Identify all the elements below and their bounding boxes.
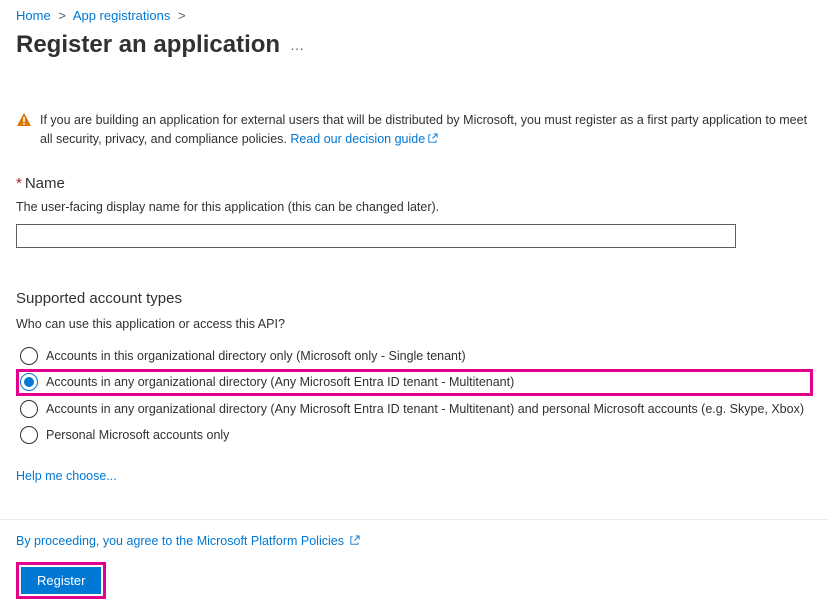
name-field-label: *Name (16, 175, 813, 192)
external-link-icon (427, 133, 438, 144)
radio-icon (20, 400, 38, 418)
decision-guide-link-label: Read our decision guide (290, 132, 425, 146)
radio-icon (20, 426, 38, 444)
page-title: Register an application (16, 31, 280, 59)
radio-option-single-tenant[interactable]: Accounts in this organizational director… (16, 343, 813, 370)
radio-option-personal-only[interactable]: Personal Microsoft accounts only (16, 422, 813, 449)
external-link-icon (349, 535, 360, 546)
account-types-sub: Who can use this application or access t… (16, 317, 813, 331)
account-types-heading: Supported account types (16, 290, 813, 307)
decision-guide-link[interactable]: Read our decision guide (290, 132, 438, 146)
breadcrumb-app-registrations[interactable]: App registrations (73, 8, 171, 23)
radio-label: Accounts in any organizational directory… (46, 373, 514, 392)
register-button[interactable]: Register (21, 567, 101, 594)
required-indicator: * (16, 175, 22, 192)
footer: By proceeding, you agree to the Microsof… (0, 519, 829, 615)
breadcrumb: Home > App registrations > (0, 0, 829, 27)
name-field-label-text: Name (25, 175, 65, 192)
consent-prefix: By proceeding, you agree to the (16, 534, 197, 548)
radio-label: Accounts in this organizational director… (46, 347, 466, 366)
radio-label: Personal Microsoft accounts only (46, 426, 229, 445)
page-title-row: Register an application ··· (0, 27, 829, 75)
more-menu-icon[interactable]: ··· (290, 34, 304, 56)
consent-text: By proceeding, you agree to the Microsof… (16, 534, 813, 548)
breadcrumb-home[interactable]: Home (16, 8, 51, 23)
radio-option-multitenant[interactable]: Accounts in any organizational directory… (16, 369, 813, 396)
help-me-choose-link[interactable]: Help me choose... (16, 469, 117, 483)
chevron-right-icon: > (58, 8, 66, 23)
radio-option-multitenant-personal[interactable]: Accounts in any organizational directory… (16, 396, 813, 423)
radio-label: Accounts in any organizational directory… (46, 400, 804, 419)
radio-icon (20, 373, 38, 391)
info-banner-text: If you are building an application for e… (40, 111, 813, 149)
radio-icon (20, 347, 38, 365)
platform-policies-link[interactable]: Microsoft Platform Policies (197, 534, 361, 548)
name-field-description: The user-facing display name for this ap… (16, 200, 813, 214)
chevron-right-icon: > (178, 8, 186, 23)
info-banner: If you are building an application for e… (16, 103, 813, 157)
warning-icon (16, 112, 32, 128)
name-input[interactable] (16, 224, 736, 248)
register-button-highlight: Register (16, 562, 106, 599)
account-types-radio-group: Accounts in this organizational director… (16, 343, 813, 449)
platform-policies-link-label: Microsoft Platform Policies (197, 534, 344, 548)
